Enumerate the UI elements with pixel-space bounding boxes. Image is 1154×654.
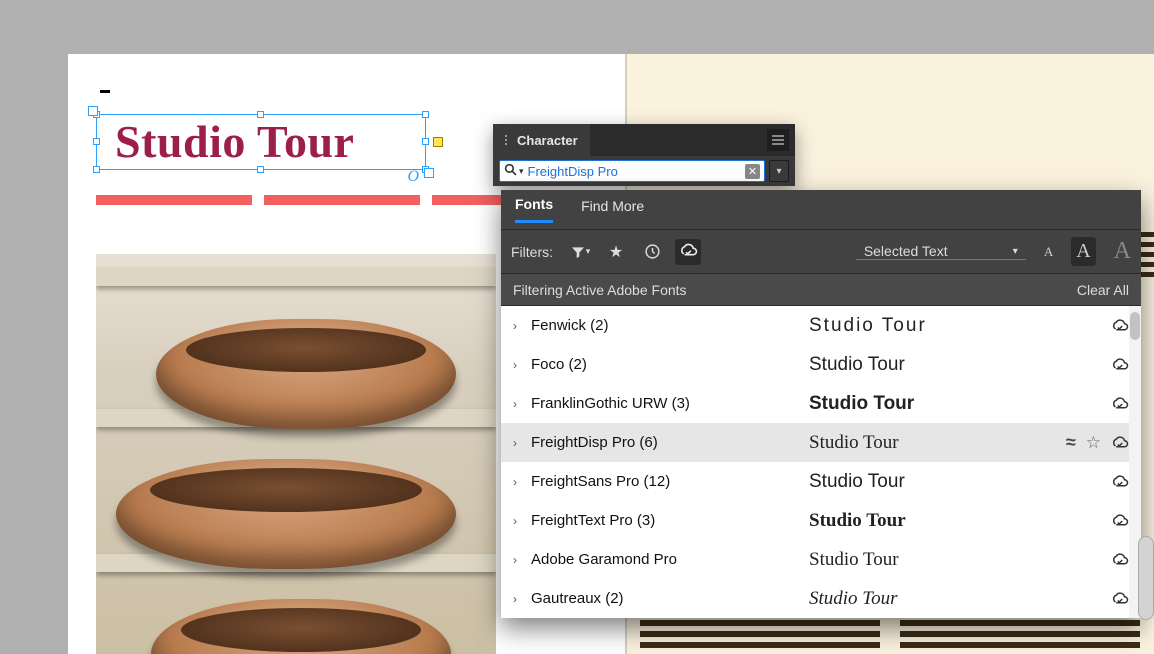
font-search-input[interactable] [528,164,745,179]
sample-size-large[interactable]: A [1114,238,1131,265]
font-name: Gautreaux (2) [531,590,801,607]
font-name: FreightSans Pro (12) [531,473,801,490]
activated-cloud-icon [1111,590,1129,608]
font-row[interactable]: › FreightDisp Pro (6) Studio Tour ≈ ☆ [501,423,1141,462]
activated-cloud-icon [1111,317,1129,335]
panel-menu-button[interactable] [767,129,789,151]
font-sample: Studio Tour [809,393,1103,415]
image-frame-pottery[interactable] [96,254,496,654]
font-sample: Studio Tour [809,471,1103,493]
font-row[interactable]: › FreightText Pro (3) Studio Tour [501,501,1141,540]
clear-search-button[interactable]: ✕ [745,164,760,179]
expand-chevron-icon[interactable]: › [513,514,523,528]
filter-status-text: Filtering Active Adobe Fonts [513,282,687,298]
sample-size-small[interactable]: A [1044,244,1053,260]
expand-chevron-icon[interactable]: › [513,592,523,606]
resize-handle-bl[interactable] [93,166,100,173]
font-name: FranklinGothic URW (3) [531,395,801,412]
font-sample: Studio Tour [809,432,1058,454]
font-sample: Studio Tour [809,315,1103,337]
font-row[interactable]: › Fenwick (2) Studio Tour [501,306,1141,345]
overset-indicator: O [407,168,419,186]
sample-text-dropdown[interactable]: Selected Text ▾ [856,243,1026,260]
sample-size-medium[interactable]: A [1071,237,1095,266]
search-icon [504,163,517,179]
expand-chevron-icon[interactable]: › [513,358,523,372]
resize-handle-ml[interactable] [93,138,100,145]
panel-header[interactable]: Character [493,124,795,156]
font-name: FreightDisp Pro (6) [531,434,801,451]
activated-cloud-icon [1111,512,1129,530]
activated-cloud-icon [1111,551,1129,569]
font-name: Foco (2) [531,356,801,373]
resize-handle-tr[interactable] [422,111,429,118]
font-sample: Studio Tour [809,588,1103,610]
chevron-down-icon[interactable]: ▾ [519,166,524,177]
font-filter-status: Filtering Active Adobe Fonts Clear All [501,274,1141,306]
hairline-rule [100,90,110,93]
font-name: FreightText Pro (3) [531,512,801,529]
content-grabber[interactable] [433,137,443,147]
filter-activated-button[interactable] [675,239,701,265]
panel-title: Character [517,133,578,148]
activated-cloud-icon [1111,395,1129,413]
font-sample: Studio Tour [809,549,1103,571]
font-tabs: Fonts Find More [501,190,1141,230]
sample-text-label: Selected Text [864,243,948,259]
expand-chevron-icon[interactable]: › [513,397,523,411]
tab-find-more[interactable]: Find More [581,198,644,222]
font-row[interactable]: › Adobe Garamond Pro Studio Tour [501,540,1141,579]
page-title-text[interactable]: Studio Tour [97,115,425,169]
show-similar-icon[interactable]: ≈ [1066,432,1076,453]
clear-all-link[interactable]: Clear All [1077,282,1129,298]
expand-chevron-icon[interactable]: › [513,475,523,489]
panel-grip-icon[interactable] [505,135,507,145]
font-dropdown-panel[interactable]: Fonts Find More Filters: ▾ ★ Selected Te… [501,190,1141,618]
tab-fonts[interactable]: Fonts [515,196,553,223]
filter-favorites-button[interactable]: ★ [603,239,629,265]
decor-red-bars [96,195,522,205]
expand-chevron-icon[interactable]: › [513,319,523,333]
text-outport[interactable] [424,168,434,178]
font-sample: Studio Tour [809,354,1103,376]
filters-label: Filters: [511,244,553,260]
activated-cloud-icon [1111,434,1129,452]
font-name: Adobe Garamond Pro [531,551,801,568]
expand-chevron-icon[interactable]: › [513,553,523,567]
hamburger-icon [772,139,784,141]
font-row[interactable]: › FranklinGothic URW (3) Studio Tour [501,384,1141,423]
text-inport[interactable] [88,106,98,116]
font-row[interactable]: › Foco (2) Studio Tour [501,345,1141,384]
font-row[interactable]: › FreightSans Pro (12) Studio Tour [501,462,1141,501]
filter-classification-button[interactable]: ▾ [567,239,593,265]
decor-stripes-bottom [640,620,1140,653]
activated-cloud-icon [1111,473,1129,491]
resize-handle-bc[interactable] [257,166,264,173]
resize-handle-tc[interactable] [257,111,264,118]
font-search-row: ▾ ✕ ▾ [493,156,795,186]
character-panel[interactable]: Character ▾ ✕ ▾ [493,124,795,186]
expand-chevron-icon[interactable]: › [513,436,523,450]
chevron-down-icon: ▾ [1013,246,1018,257]
page-scrollbar[interactable] [1138,536,1154,620]
font-sample: Studio Tour [809,510,1103,532]
font-row[interactable]: › Gautreaux (2) Studio Tour [501,579,1141,618]
favorite-star-icon[interactable]: ☆ [1086,433,1101,453]
resize-handle-mr[interactable] [422,138,429,145]
font-name: Fenwick (2) [531,317,801,334]
panel-tab-character[interactable]: Character [493,124,590,156]
font-filters-bar: Filters: ▾ ★ Selected Text ▾ A A A [501,230,1141,274]
font-list[interactable]: › Fenwick (2) Studio Tour › Foco (2) Studio T… [501,306,1141,618]
filter-recent-button[interactable] [639,239,665,265]
activated-cloud-icon [1111,356,1129,374]
scrollbar-thumb[interactable] [1130,312,1140,340]
font-dropdown-toggle[interactable]: ▾ [769,160,789,182]
selected-text-frame[interactable]: Studio Tour O [96,114,426,170]
font-search-input-wrap[interactable]: ▾ ✕ [499,160,765,182]
